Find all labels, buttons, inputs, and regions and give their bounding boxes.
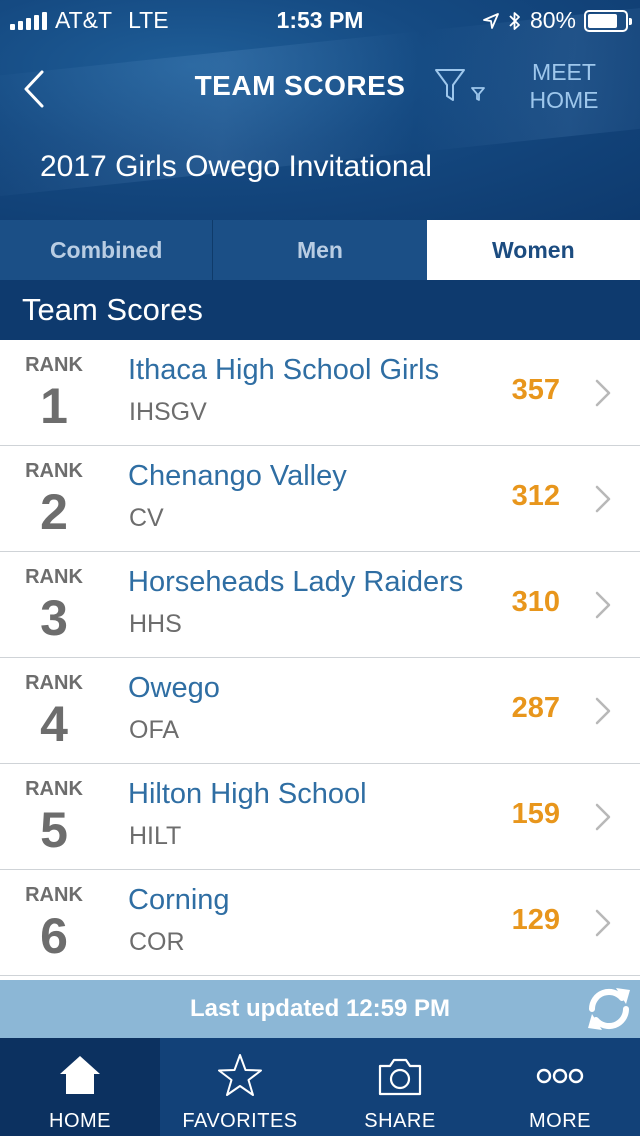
tab-men[interactable]: Men: [213, 220, 426, 280]
tab-combined[interactable]: Combined: [0, 220, 214, 280]
chevron-right-icon: [595, 591, 611, 619]
table-row[interactable]: RANK 5 Hilton High School HILT 159: [0, 764, 640, 870]
team-abbreviation: OFA: [129, 716, 180, 744]
refresh-icon: [588, 988, 630, 1030]
tabbar-favorites[interactable]: FAVORITES: [160, 1038, 320, 1136]
team-name: Hilton High School: [128, 778, 367, 810]
chevron-right-icon: [595, 803, 611, 831]
last-updated-label: Last updated 12:59 PM: [189, 995, 451, 1022]
location-arrow-icon: [483, 12, 499, 29]
table-row[interactable]: RANK 2 Chenango Valley CV 312: [0, 446, 640, 552]
more-dots-icon: [536, 1068, 584, 1084]
rank-label: RANK: [25, 672, 83, 694]
tabbar-label: SHARE: [364, 1110, 436, 1132]
team-score: 287: [511, 692, 560, 724]
team-abbreviation: CV: [129, 504, 164, 532]
tab-women[interactable]: Women: [426, 220, 640, 280]
tabbar-home[interactable]: HOME: [0, 1038, 160, 1136]
refresh-button[interactable]: [582, 982, 636, 1036]
chevron-right-icon: [595, 379, 611, 407]
camera-icon: [378, 1058, 422, 1096]
table-row[interactable]: RANK 1 Ithaca High School Girls IHSGV 35…: [0, 340, 640, 446]
filter-icon: [435, 69, 485, 101]
page-title: TEAM SCORES: [194, 70, 406, 101]
table-row[interactable]: RANK 4 Owego OFA 287: [0, 658, 640, 764]
team-name: Chenango Valley: [128, 460, 347, 492]
rank-number: 1: [40, 378, 68, 434]
rank-number: 5: [40, 802, 68, 858]
team-abbreviation: COR: [129, 928, 185, 956]
team-score: 129: [511, 904, 560, 936]
team-abbreviation: IHSGV: [129, 398, 207, 426]
team-name: Ithaca High School Girls: [128, 354, 440, 386]
rank-number: 4: [40, 696, 68, 752]
home-icon: [60, 1056, 100, 1094]
chevron-right-icon: [595, 909, 611, 937]
rank-number: 3: [40, 590, 68, 646]
status-bar: AT&T LTE 1:53 PM 80%: [0, 0, 640, 40]
team-name: Owego: [128, 672, 220, 704]
team-score: 357: [511, 374, 560, 406]
table-row[interactable]: RANK 6 Corning COR 129: [0, 870, 640, 976]
team-list: RANK 1 Ithaca High School Girls IHSGV 35…: [0, 340, 640, 976]
team-score: 312: [511, 480, 560, 512]
gender-tabs: Combined Men Women: [0, 220, 640, 280]
team-name: Corning: [128, 884, 230, 916]
rank-label: RANK: [25, 566, 83, 588]
chevron-right-icon: [595, 697, 611, 725]
battery-icon: [584, 9, 632, 32]
table-row[interactable]: RANK 3 Horseheads Lady Raiders HHS 310: [0, 552, 640, 658]
meet-home-button[interactable]: MEET HOME: [520, 58, 608, 114]
rank-label: RANK: [25, 884, 83, 906]
rank-number: 2: [40, 484, 68, 540]
rank-number: 6: [40, 908, 68, 964]
rank-label: RANK: [25, 354, 83, 376]
last-updated-bar: Last updated 12:59 PM: [0, 980, 640, 1038]
tabbar-label: FAVORITES: [182, 1110, 298, 1132]
meet-name: 2017 Girls Owego Invitational: [40, 150, 432, 183]
tabbar-share[interactable]: SHARE: [320, 1038, 480, 1136]
section-title: Team Scores: [0, 280, 640, 340]
header: AT&T LTE 1:53 PM 80% TEAM SCORES MEET HO…: [0, 0, 640, 220]
tabbar-label: HOME: [49, 1110, 111, 1132]
team-score: 159: [511, 798, 560, 830]
tabbar-more[interactable]: MORE: [480, 1038, 640, 1136]
star-icon: [218, 1054, 262, 1096]
bottom-tab-bar: HOME FAVORITES SHARE MORE: [0, 1038, 640, 1136]
bluetooth-icon: [509, 11, 520, 30]
team-abbreviation: HHS: [129, 610, 182, 638]
filter-button[interactable]: [432, 66, 490, 108]
team-abbreviation: HILT: [129, 822, 182, 850]
rank-label: RANK: [25, 460, 83, 482]
team-score: 310: [511, 586, 560, 618]
chevron-right-icon: [595, 485, 611, 513]
status-right: 80%: [482, 7, 632, 34]
team-name: Horseheads Lady Raiders: [128, 566, 464, 598]
rank-label: RANK: [25, 778, 83, 800]
battery-percent: 80%: [529, 7, 576, 33]
tabbar-label: MORE: [529, 1110, 591, 1132]
